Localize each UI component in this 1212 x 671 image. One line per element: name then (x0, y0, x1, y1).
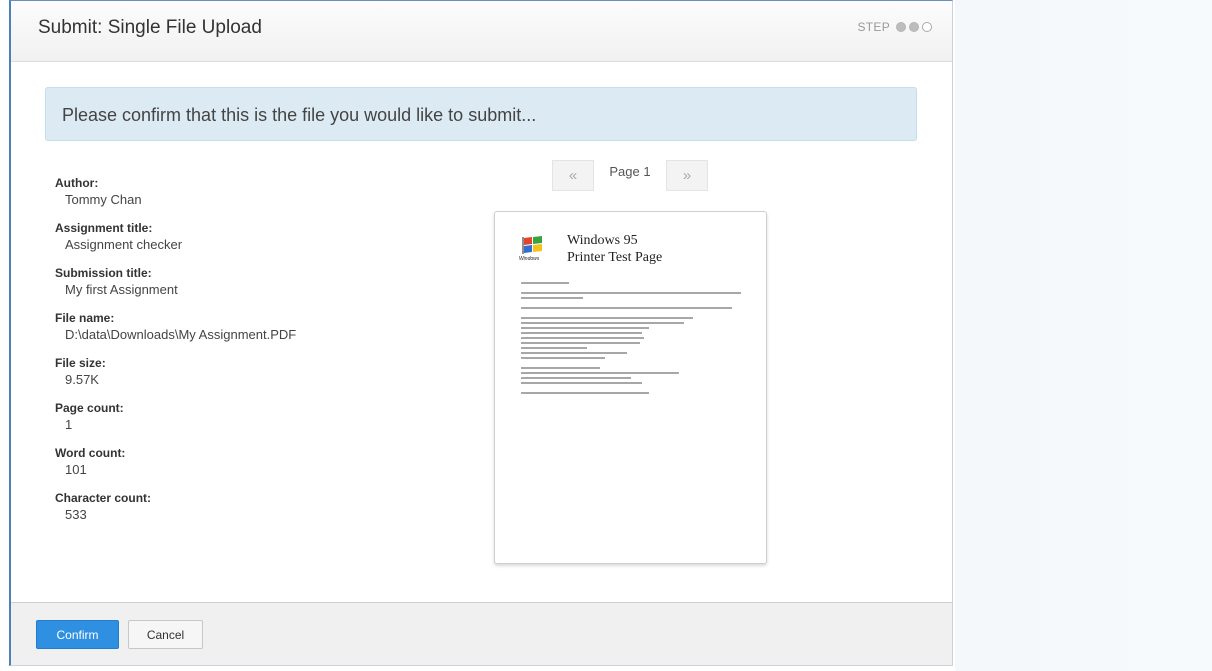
meta-submission-title: Submission title: My first Assignment (55, 266, 455, 299)
preview-title-line: Printer Test Page (567, 250, 663, 265)
meta-word-count: Word count: 101 (55, 446, 455, 479)
next-page-button[interactable]: » (666, 160, 708, 191)
confirm-banner: Please confirm that this is the file you… (45, 87, 917, 141)
dialog-title: Submit: Single File Upload (38, 17, 262, 38)
meta-value: My first Assignment (65, 282, 178, 297)
step-dot-3-pending-icon (922, 22, 932, 32)
meta-value: 101 (65, 462, 87, 477)
meta-value: 9.57K (65, 372, 99, 387)
meta-page-count: Page count: 1 (55, 401, 455, 434)
meta-label: Word count: (55, 446, 126, 460)
meta-label: Page count: (55, 401, 124, 415)
windows-logo-icon (522, 236, 542, 254)
step-dot-2-complete-icon (909, 22, 919, 32)
meta-value: 533 (65, 507, 87, 522)
meta-value: Assignment checker (65, 237, 183, 252)
meta-label: Submission title: (55, 266, 152, 280)
meta-label: File name: (55, 311, 115, 325)
submit-dialog: Submit: Single File Upload STEP Please c… (9, 0, 953, 666)
meta-assignment-title: Assignment title: Assignment checker (55, 221, 455, 254)
meta-file-name: File name: D:\data\Downloads\My Assignme… (55, 311, 455, 344)
meta-value: 1 (65, 417, 73, 432)
meta-label: Assignment title: (55, 221, 153, 235)
meta-label: File size: (55, 356, 106, 370)
step-label: STEP (857, 20, 890, 34)
cancel-button[interactable]: Cancel (128, 620, 203, 649)
meta-value: D:\data\Downloads\My Assignment.PDF (65, 327, 297, 342)
step-dot-1-complete-icon (896, 22, 906, 32)
page-number-label: Page 1 (609, 163, 651, 179)
meta-author: Author: Tommy Chan (55, 176, 455, 209)
previous-page-button[interactable]: « (552, 160, 594, 191)
meta-value: Tommy Chan (65, 192, 142, 207)
page-pager: « Page 1 » (552, 160, 708, 191)
preview-document-title: Windows 95 Printer Test Page (567, 232, 662, 266)
meta-label: Character count: (55, 491, 152, 505)
meta-character-count: Character count: 533 (55, 491, 455, 524)
document-preview: Windows Windows 95 Printer Test Page (494, 211, 767, 564)
logo-caption: Windows (519, 256, 540, 262)
preview-title-line: Windows 95 (567, 233, 638, 248)
meta-file-size: File size: 9.57K (55, 356, 455, 389)
dialog-header: Submit: Single File Upload STEP (11, 1, 952, 62)
dialog-footer: Confirm Cancel (11, 602, 952, 665)
meta-label: Author: (55, 176, 99, 190)
confirm-button[interactable]: Confirm (36, 620, 119, 649)
submission-metadata: Author: Tommy Chan Assignment title: Ass… (55, 176, 455, 536)
step-indicator: STEP (857, 20, 932, 34)
confirm-message: Please confirm that this is the file you… (62, 105, 537, 125)
background-gutter (955, 0, 1212, 671)
preview-body-text (521, 282, 741, 397)
